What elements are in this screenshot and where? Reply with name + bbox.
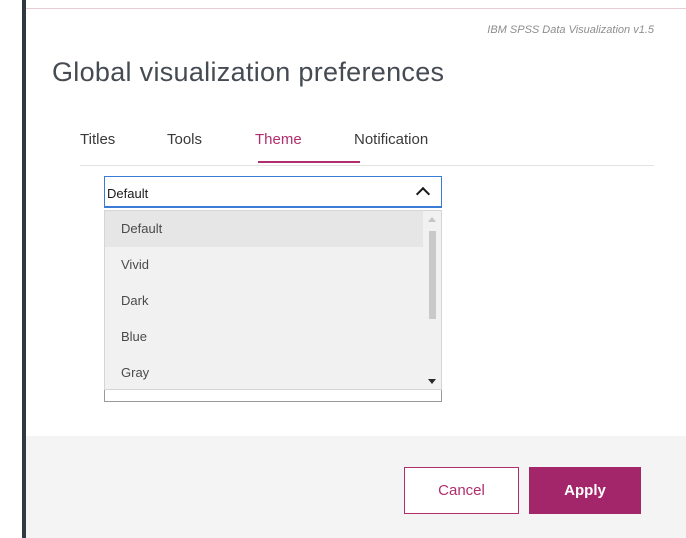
tab-theme[interactable]: Theme	[255, 131, 302, 148]
top-divider	[26, 8, 686, 9]
tab-tools[interactable]: Tools	[167, 131, 202, 148]
theme-option-dark[interactable]: Dark	[105, 283, 423, 319]
theme-option-vivid[interactable]: Vivid	[105, 247, 423, 283]
active-tab-indicator	[258, 161, 360, 163]
theme-select[interactable]: Default	[104, 176, 442, 208]
scroll-up-arrow-icon[interactable]	[428, 217, 436, 222]
tab-bar: Titles Tools Theme Notification	[80, 131, 654, 166]
version-label: IBM SPSS Data Visualization v1.5	[487, 24, 654, 36]
theme-select-value: Default	[107, 186, 149, 201]
theme-option-default[interactable]: Default	[105, 211, 423, 247]
page: IBM SPSS Data Visualization v1.5 Global …	[0, 0, 686, 538]
tab-notification[interactable]: Notification	[354, 131, 428, 148]
cancel-button[interactable]: Cancel	[404, 467, 519, 514]
theme-dropdown-list: Default Vivid Dark Blue Gray	[104, 210, 442, 390]
theme-option-blue[interactable]: Blue	[105, 319, 423, 355]
dropdown-scrollbar[interactable]	[425, 213, 439, 387]
chevron-up-icon[interactable]	[415, 186, 431, 202]
scroll-thumb[interactable]	[429, 231, 436, 319]
tab-titles[interactable]: Titles	[80, 131, 115, 148]
apply-button[interactable]: Apply	[529, 467, 641, 514]
dialog-title: Global visualization preferences	[52, 57, 445, 87]
scroll-down-arrow-icon[interactable]	[428, 379, 436, 384]
theme-option-gray[interactable]: Gray	[105, 355, 423, 391]
